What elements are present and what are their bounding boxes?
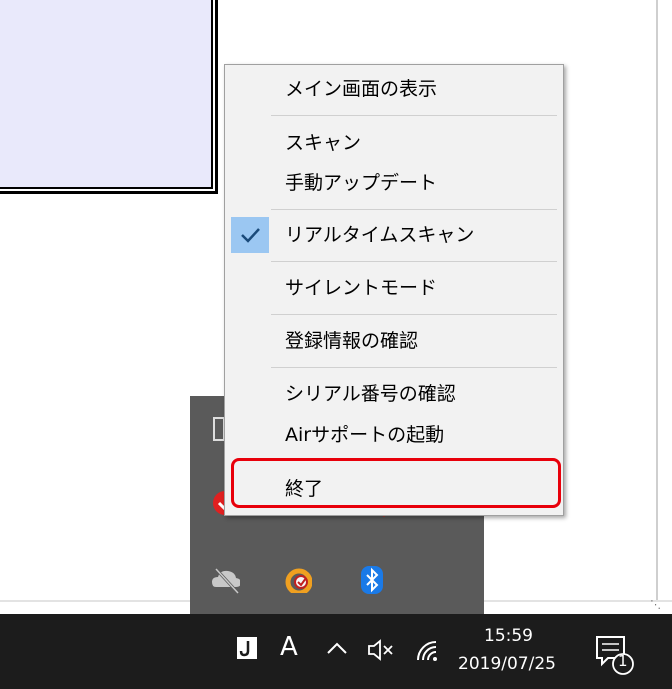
notification-count-badge: 1: [618, 652, 628, 670]
menu-item-manual-update[interactable]: 手動アップデート: [285, 171, 437, 195]
ime-mode-indicator[interactable]: A: [280, 632, 298, 662]
volume-muted-icon[interactable]: [366, 638, 396, 662]
onedrive-offline-icon[interactable]: [210, 565, 240, 595]
ime-toggle-icon[interactable]: [236, 636, 258, 660]
background-window: [0, 0, 218, 194]
menu-item-realtime-scan[interactable]: リアルタイムスキャン: [285, 223, 474, 247]
menu-separator: [271, 115, 557, 116]
window-right-edge: [656, 0, 658, 600]
menu-item-show-main[interactable]: メイン画面の表示: [285, 77, 437, 101]
realtime-scan-check-box: [231, 217, 269, 253]
exit-highlight-frame: [231, 458, 561, 508]
resize-grip-icon[interactable]: ⋱: [650, 598, 661, 611]
menu-item-registration-info[interactable]: 登録情報の確認: [285, 329, 418, 353]
tray-context-menu: メイン画面の表示 スキャン 手動アップデート リアルタイムスキャン サイレントモ…: [224, 64, 564, 516]
update-tool-icon[interactable]: [282, 563, 312, 593]
show-hidden-icons-chevron-icon[interactable]: [326, 640, 348, 656]
menu-item-scan[interactable]: スキャン: [285, 131, 361, 155]
menu-separator: [271, 314, 557, 315]
menu-item-serial-number[interactable]: シリアル番号の確認: [285, 382, 456, 406]
menu-item-silent-mode[interactable]: サイレントモード: [285, 276, 437, 300]
clock-date[interactable]: 2019/07/25: [458, 654, 556, 674]
menu-item-air-support[interactable]: Airサポートの起動: [285, 423, 444, 447]
notification-center-icon[interactable]: [594, 634, 634, 676]
menu-separator: [271, 367, 557, 368]
clock-time[interactable]: 15:59: [484, 626, 533, 646]
checkmark-icon: [241, 228, 260, 243]
menu-separator: [271, 261, 557, 262]
network-wifi-icon[interactable]: [414, 638, 442, 664]
menu-separator: [271, 209, 557, 210]
bluetooth-icon[interactable]: [360, 565, 390, 595]
